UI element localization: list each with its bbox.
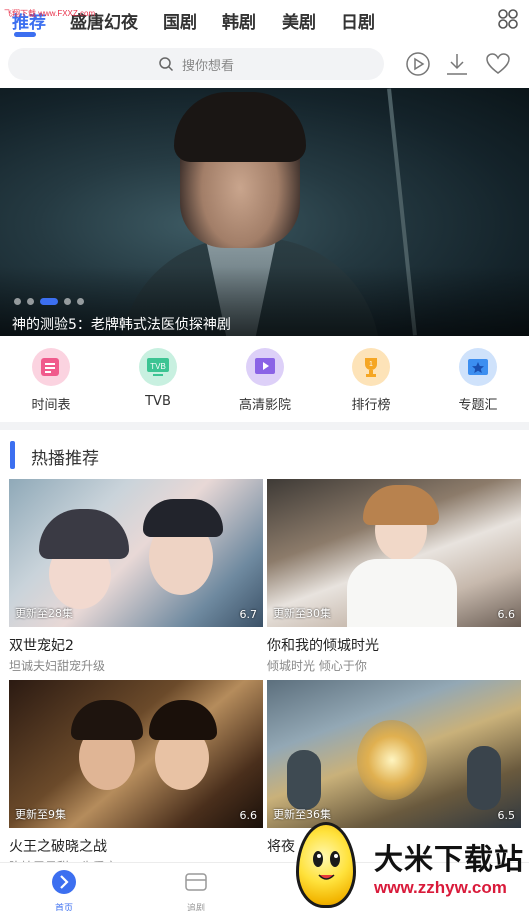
play-home-icon bbox=[52, 870, 76, 894]
tab-us-drama[interactable]: 美剧 bbox=[282, 8, 316, 33]
rating-score: 6.7 bbox=[239, 608, 258, 621]
nav-home[interactable]: 首页 bbox=[34, 869, 94, 911]
category-label: 专题汇 bbox=[458, 398, 498, 413]
drama-card[interactable]: 更新至30集 6.6 你和我的倾城时光 倾城时光 倾心于你 bbox=[267, 479, 521, 674]
tvb-icon: TVB bbox=[139, 348, 177, 386]
top-watermark: 飞翔下载 www.FXXZ.com bbox=[4, 9, 96, 18]
category-tvb[interactable]: TVB TVB bbox=[118, 348, 198, 409]
search-input[interactable]: 搜你想看 bbox=[8, 48, 384, 80]
drama-thumbnail: 更新至30集 6.6 bbox=[267, 479, 521, 627]
banner-dot[interactable] bbox=[27, 298, 34, 305]
banner-dot-active[interactable] bbox=[40, 298, 58, 305]
category-label: TVB bbox=[145, 394, 171, 409]
drama-subtitle: 坦诚夫妇甜宠升级 bbox=[9, 659, 106, 673]
search-icon bbox=[159, 57, 174, 72]
download-icon[interactable] bbox=[443, 50, 471, 78]
banner-dot[interactable] bbox=[77, 298, 84, 305]
tab-chinese-drama[interactable]: 国剧 bbox=[163, 8, 197, 33]
favorite-heart-icon[interactable] bbox=[484, 50, 512, 78]
category-label: 排行榜 bbox=[351, 398, 391, 413]
section-title: 热播推荐 bbox=[31, 449, 99, 469]
drama-card[interactable]: 更新至28集 6.7 双世宠妃2 坦诚夫妇甜宠升级 bbox=[9, 479, 263, 674]
section-divider bbox=[0, 422, 529, 430]
nav-label: 追剧 bbox=[186, 904, 205, 911]
rating-score: 6.6 bbox=[497, 608, 516, 621]
svg-text:1: 1 bbox=[369, 361, 373, 368]
drama-thumbnail: 更新至9集 6.6 bbox=[9, 680, 263, 828]
category-grid-icon[interactable] bbox=[497, 8, 519, 30]
channel-tabs: 推荐 盛唐幻夜 国剧 韩剧 美剧 日剧 bbox=[0, 0, 529, 42]
category-schedule[interactable]: 时间表 bbox=[11, 348, 91, 413]
watermark-brand: 大米下载站 bbox=[374, 842, 525, 876]
category-label: 高清影院 bbox=[238, 398, 291, 413]
category-topics[interactable]: 专题汇 bbox=[438, 348, 518, 413]
search-placeholder: 搜你想看 bbox=[181, 58, 234, 74]
tab-japanese-drama[interactable]: 日剧 bbox=[341, 8, 375, 33]
banner-dot[interactable] bbox=[64, 298, 71, 305]
episode-badge: 更新至9集 bbox=[15, 808, 66, 821]
svg-text:TVB: TVB bbox=[150, 362, 166, 371]
drama-thumbnail: 更新至36集 6.5 bbox=[267, 680, 521, 828]
drama-title: 火王之破晓之战 bbox=[9, 839, 107, 855]
play-history-icon[interactable] bbox=[404, 50, 432, 78]
drama-thumbnail: 更新至28集 6.7 bbox=[9, 479, 263, 627]
drama-subtitle: 倾城时光 倾心于你 bbox=[267, 659, 367, 673]
rating-score: 6.6 bbox=[239, 809, 258, 822]
bookmark-screen-icon bbox=[185, 873, 207, 891]
schedule-icon bbox=[32, 348, 70, 386]
episode-badge: 更新至30集 bbox=[273, 607, 331, 620]
egg-mascot-icon bbox=[296, 822, 356, 908]
nav-follow[interactable]: 追剧 bbox=[166, 869, 226, 911]
drama-title: 你和我的倾城时光 bbox=[267, 638, 379, 654]
topic-icon bbox=[459, 348, 497, 386]
category-ranking[interactable]: 1 排行榜 bbox=[331, 348, 411, 413]
trophy-icon: 1 bbox=[352, 348, 390, 386]
tab-korean-drama[interactable]: 韩剧 bbox=[222, 8, 256, 33]
category-row: 时间表 TVB TVB 高清影院 1 排行榜 专题汇 bbox=[0, 340, 529, 420]
drama-card[interactable]: 更新至9集 6.6 火王之破晓之战 陈柏霖景甜三生爱恋 bbox=[9, 680, 263, 875]
hero-banner[interactable]: 神的测验5：老牌韩式法医侦探神剧 bbox=[0, 88, 529, 336]
category-label: 时间表 bbox=[31, 398, 71, 413]
site-watermark: 大米下载站 www.zzhyw.com bbox=[290, 818, 529, 911]
section-accent-bar bbox=[10, 441, 15, 469]
banner-pagination bbox=[14, 298, 84, 305]
cinema-icon bbox=[246, 348, 284, 386]
banner-caption: 神的测验5：老牌韩式法医侦探神剧 bbox=[12, 317, 231, 333]
episode-badge: 更新至28集 bbox=[15, 607, 73, 620]
nav-label: 首页 bbox=[54, 904, 73, 911]
active-tab-indicator bbox=[14, 32, 36, 37]
category-hd-cinema[interactable]: 高清影院 bbox=[225, 348, 305, 413]
watermark-site: www.zzhyw.com bbox=[374, 878, 507, 897]
banner-dot[interactable] bbox=[14, 298, 21, 305]
drama-title: 双世宠妃2 bbox=[9, 638, 74, 654]
